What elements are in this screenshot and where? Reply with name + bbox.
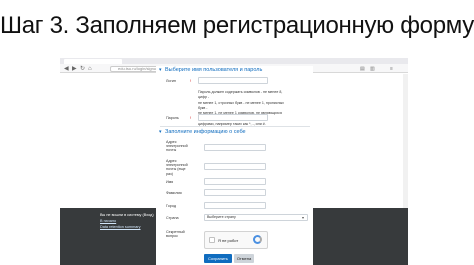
cancel-button[interactable]: Отмена xyxy=(234,254,254,263)
signup-form: ▾ Выберите имя пользователя и пароль Лог… xyxy=(156,66,313,257)
country-label: Страна xyxy=(166,216,179,220)
chevron-down-icon: ▾ xyxy=(302,215,305,220)
login-label: Логин xyxy=(166,79,176,83)
section-profile-title[interactable]: Заполните информацию о себе xyxy=(165,129,246,135)
lastname-field[interactable] xyxy=(204,189,266,196)
password-input[interactable] xyxy=(198,114,268,121)
forward-icon[interactable]: ▶ xyxy=(72,66,77,72)
email-field[interactable] xyxy=(204,144,266,151)
recaptcha-widget: Я не робот xyxy=(204,231,268,249)
site-footer-right xyxy=(313,208,408,265)
reload-icon[interactable]: ↻ xyxy=(80,66,85,72)
required-icon: ! xyxy=(190,115,192,120)
firstname-label: Имя xyxy=(166,180,174,184)
email-confirm-field[interactable] xyxy=(204,163,266,170)
email-confirm-label: Адрес электронной почты (еще раз) xyxy=(166,159,188,176)
sidebar-icon[interactable]: ▥ xyxy=(370,66,375,72)
home-icon[interactable]: ⌂ xyxy=(88,66,92,72)
chevron-down-icon[interactable]: ▾ xyxy=(159,129,162,135)
library-icon[interactable]: ▤ xyxy=(360,66,365,72)
captcha-label: Секретный вопрос xyxy=(166,230,185,239)
recaptcha-label: Я не робот xyxy=(218,238,239,243)
back-icon[interactable]: ◀ xyxy=(64,66,69,72)
login-status-text: Вы не вошли в систему (Вход) xyxy=(100,213,154,217)
home-link[interactable]: В начало xyxy=(100,219,116,223)
password-rules-text: Пароль должен содержать символов - не ме… xyxy=(198,90,284,126)
slide-title: Шаг 3. Заполняем регистрационную форму xyxy=(0,12,474,39)
site-footer-left: Вы не вошли в систему (Вход) В начало Da… xyxy=(60,208,156,265)
save-button[interactable]: Сохранить xyxy=(204,254,232,263)
lastname-label: Фамилия xyxy=(166,191,182,195)
recaptcha-logo-icon xyxy=(253,235,262,244)
section-account-title[interactable]: Выберите имя пользователя и пароль xyxy=(165,67,262,73)
email-label: Адрес электронной почты xyxy=(166,140,188,153)
firstname-field[interactable] xyxy=(204,178,266,185)
required-icon: ! xyxy=(190,78,192,83)
username-input[interactable] xyxy=(198,77,268,84)
city-label: Город xyxy=(166,204,176,208)
password-label: Пароль xyxy=(166,116,179,120)
page-scrollbar[interactable] xyxy=(403,74,408,208)
country-select[interactable]: Выберите страну xyxy=(204,214,308,221)
recaptcha-checkbox[interactable] xyxy=(209,237,215,243)
chevron-down-icon[interactable]: ▾ xyxy=(159,67,162,73)
city-field[interactable] xyxy=(204,202,266,209)
data-retention-link[interactable]: Data retention summary xyxy=(100,225,141,229)
divider xyxy=(160,126,310,127)
menu-icon[interactable]: ≡ xyxy=(390,66,393,72)
